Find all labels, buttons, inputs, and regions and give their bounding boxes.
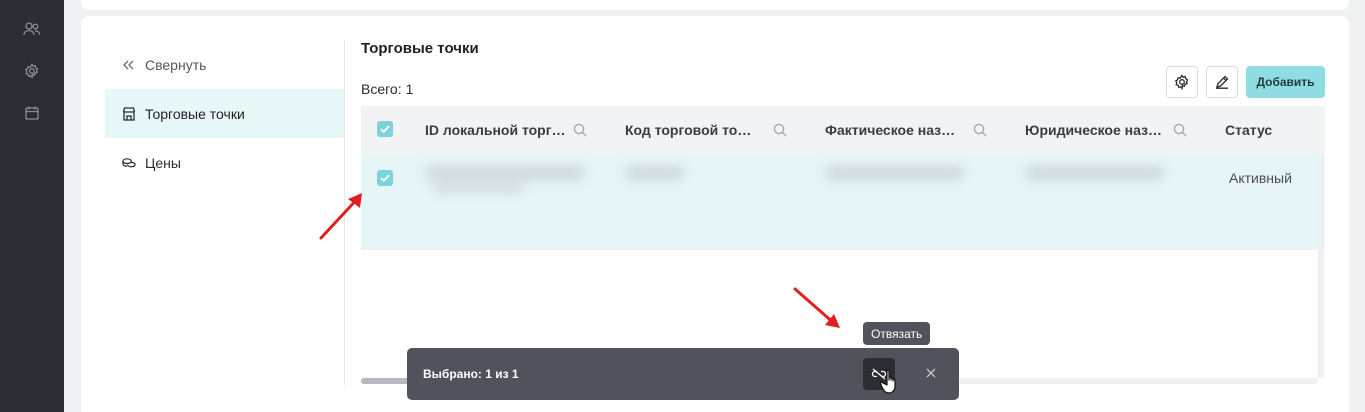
close-icon[interactable] — [923, 365, 939, 381]
select-all-checkbox[interactable] — [377, 121, 393, 137]
redacted-cell — [825, 166, 965, 180]
side-nav: Свернуть Торговые точки Цены — [105, 40, 345, 385]
collapse-button[interactable]: Свернуть — [105, 40, 344, 89]
column-label: Юридическое наз… — [1025, 122, 1163, 138]
column-header-actual-name[interactable]: Фактическое наз… — [825, 106, 955, 154]
sidebar-item-label: Торговые точки — [145, 105, 245, 122]
table-row[interactable]: Активный — [361, 154, 1325, 250]
annotation-arrow-icon — [793, 287, 840, 328]
column-search-legal-name — [1172, 106, 1192, 154]
edit-button[interactable] — [1206, 66, 1238, 98]
column-label: Код торговой то… — [625, 122, 752, 138]
hand-cursor-icon — [880, 369, 896, 394]
unlink-tooltip: Отвязать — [863, 322, 931, 345]
redacted-cell — [1025, 166, 1165, 180]
table-header: ID локальной торг… Код торговой то… Факт… — [361, 106, 1325, 154]
column-header-legal-name[interactable]: Юридическое наз… — [1025, 106, 1162, 154]
gear-icon — [1174, 74, 1190, 90]
add-button[interactable]: Добавить — [1246, 66, 1325, 98]
column-header-status[interactable]: Статус — [1225, 106, 1272, 154]
page-title: Торговые точки — [361, 40, 479, 57]
column-label: Статус — [1225, 122, 1273, 138]
coins-icon — [122, 156, 136, 170]
users-icon[interactable] — [22, 19, 42, 39]
search-icon[interactable] — [772, 122, 788, 138]
app-rail — [0, 0, 64, 412]
status-cell: Активный — [1229, 170, 1292, 186]
sidebar-item-label: Цены — [145, 154, 181, 171]
column-search-id — [572, 106, 592, 154]
collapse-label: Свернуть — [145, 56, 207, 73]
column-header-id[interactable]: ID локальной торг… — [425, 106, 566, 154]
check-icon — [380, 125, 390, 133]
sidebar-item-prices[interactable]: Цены — [105, 138, 344, 187]
total-value: 1 — [405, 81, 414, 97]
redacted-cell — [625, 166, 685, 180]
redacted-cell — [433, 182, 523, 192]
sidebar-item-shops[interactable]: Торговые точки — [105, 89, 344, 138]
row-checkbox[interactable] — [377, 170, 393, 186]
column-header-code[interactable]: Код торговой то… — [625, 106, 751, 154]
double-chevron-left-icon — [122, 58, 136, 72]
redacted-cell — [425, 166, 585, 180]
search-icon[interactable] — [1172, 122, 1188, 138]
top-card — [81, 0, 1349, 10]
total-counter: Всего: 1 — [361, 81, 413, 97]
pencil-icon — [1215, 75, 1229, 89]
column-search-code — [772, 106, 792, 154]
gear-icon[interactable] — [22, 61, 42, 81]
column-search-actual-name — [972, 106, 992, 154]
selection-count: Выбрано: 1 из 1 — [423, 367, 519, 381]
annotation-arrow-icon — [319, 193, 362, 240]
column-label: Фактическое наз… — [825, 122, 956, 138]
search-icon[interactable] — [972, 122, 988, 138]
store-icon — [122, 106, 136, 121]
settings-button[interactable] — [1166, 66, 1198, 98]
check-icon — [380, 174, 390, 182]
shops-table: ID локальной торг… Код торговой то… Факт… — [361, 106, 1325, 384]
selection-bar: Выбрано: 1 из 1 — [407, 348, 959, 400]
search-icon[interactable] — [572, 122, 588, 138]
vertical-scrollbar[interactable] — [1318, 154, 1324, 378]
calendar-icon[interactable] — [22, 103, 42, 123]
total-label: Всего: — [361, 81, 402, 97]
column-label: ID локальной торг… — [425, 122, 566, 138]
